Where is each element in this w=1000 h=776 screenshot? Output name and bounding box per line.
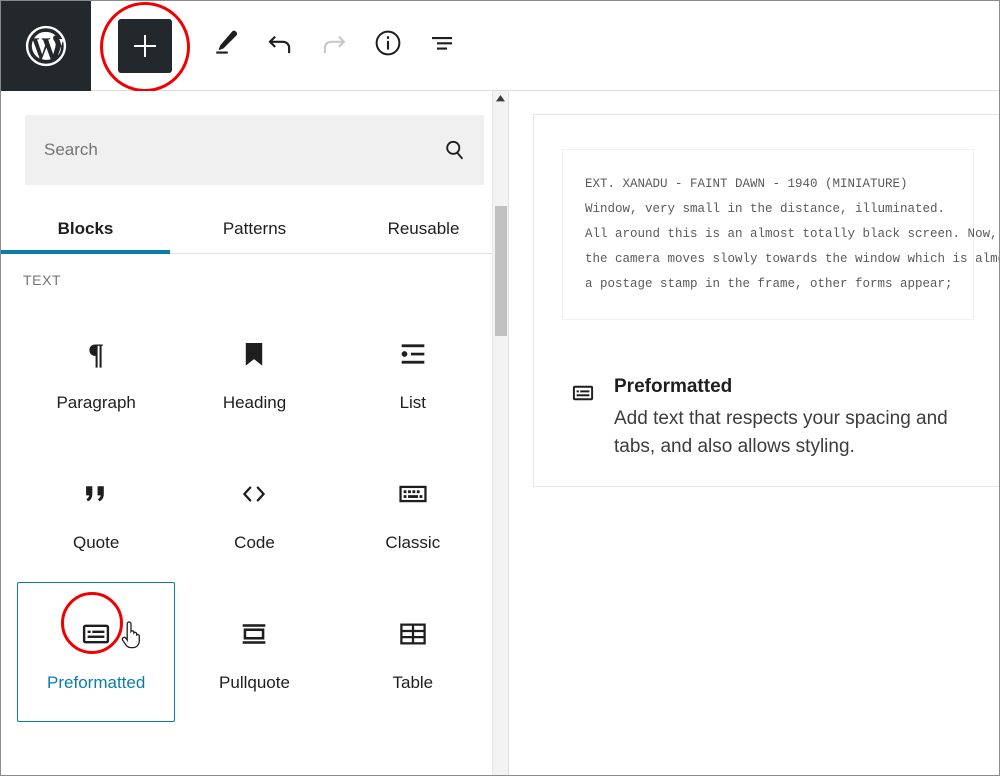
list-icon [396, 331, 430, 377]
block-item-preformatted[interactable]: Preformatted [17, 582, 176, 722]
info-circle-icon [373, 28, 403, 63]
block-item-classic[interactable]: Classic [334, 442, 492, 582]
table-grid-icon [396, 611, 430, 657]
block-item-code[interactable]: Code [175, 442, 333, 582]
block-item-label: Paragraph [56, 393, 136, 412]
tab-patterns[interactable]: Patterns [170, 209, 339, 253]
pencil-icon [211, 28, 241, 63]
plus-icon [134, 34, 156, 57]
block-inserter-panel: Blocks Patterns Reusable TEXT ¶ Paragrap… [1, 91, 509, 775]
block-inserter-container [91, 1, 199, 92]
block-item-label: Code [234, 533, 275, 552]
block-preview-panel: EXT. XANADU - FAINT DAWN - 1940 (MINIATU… [509, 91, 999, 775]
redo-button[interactable] [307, 19, 361, 73]
scroll-up-arrow-icon[interactable] [493, 94, 508, 103]
block-grid: ¶ Paragraph Heading List Quote Code Clas… [1, 288, 508, 722]
inserter-scrollbar[interactable] [492, 91, 508, 775]
undo-button[interactable] [253, 19, 307, 73]
search-icon[interactable] [441, 136, 469, 164]
preview-block-description: Add text that respects your spacing and … [614, 408, 948, 457]
wordpress-logo-button[interactable] [1, 1, 91, 91]
block-item-pullquote[interactable]: Pullquote [175, 582, 333, 722]
editor-body: Blocks Patterns Reusable TEXT ¶ Paragrap… [1, 91, 999, 775]
heading-bookmark-icon [237, 331, 271, 377]
preview-block-title: Preformatted [614, 376, 733, 397]
search-box[interactable] [25, 115, 484, 185]
scrollbar-thumb[interactable] [495, 206, 507, 336]
search-row [1, 91, 508, 185]
wordpress-logo-icon [23, 23, 69, 69]
redo-arrow-icon [319, 28, 349, 63]
block-item-quote[interactable]: Quote [17, 442, 175, 582]
undo-arrow-icon [265, 28, 295, 63]
classic-keyboard-icon [396, 471, 430, 517]
list-view-icon [427, 28, 457, 63]
list-view-button[interactable] [415, 19, 469, 73]
block-item-table[interactable]: Table [334, 582, 492, 722]
preformatted-icon [79, 611, 113, 657]
preformatted-icon [570, 376, 614, 460]
block-item-list[interactable]: List [334, 302, 492, 442]
tab-reusable[interactable]: Reusable [339, 209, 508, 253]
preview-info: Preformatted Add text that respects your… [562, 376, 974, 460]
svg-text:¶: ¶ [88, 338, 104, 371]
tab-blocks[interactable]: Blocks [1, 209, 170, 254]
preformatted-sample-text: EXT. XANADU - FAINT DAWN - 1940 (MINIATU… [562, 149, 999, 320]
wordpress-block-editor-window: Blocks Patterns Reusable TEXT ¶ Paragrap… [0, 0, 1000, 776]
block-item-heading[interactable]: Heading [175, 302, 333, 442]
block-item-label: Preformatted [47, 673, 146, 692]
quote-marks-icon [79, 471, 113, 517]
details-button[interactable] [361, 19, 415, 73]
preview-card: EXT. XANADU - FAINT DAWN - 1940 (MINIATU… [533, 114, 999, 488]
inserter-tabs: Blocks Patterns Reusable [1, 209, 508, 254]
block-item-label: Heading [222, 393, 287, 412]
add-block-button[interactable] [118, 18, 172, 73]
block-item-label: Quote [73, 533, 120, 552]
block-item-paragraph[interactable]: ¶ Paragraph [17, 302, 175, 442]
editor-header-toolbar [1, 1, 999, 92]
search-input[interactable] [26, 116, 483, 184]
paragraph-pilcrow-icon: ¶ [79, 331, 113, 377]
preview-info-text: Preformatted Add text that respects your… [614, 376, 974, 460]
block-item-label: Pullquote [219, 673, 290, 692]
pullquote-icon [237, 611, 271, 657]
block-item-label: List [399, 393, 427, 412]
code-angle-brackets-icon [237, 471, 271, 517]
mouse-cursor-pointer-icon [118, 619, 148, 658]
block-category-label: TEXT [23, 272, 62, 288]
block-item-label: Classic [385, 533, 441, 552]
edit-tools-button[interactable] [199, 19, 253, 73]
block-item-label: Table [392, 673, 434, 692]
